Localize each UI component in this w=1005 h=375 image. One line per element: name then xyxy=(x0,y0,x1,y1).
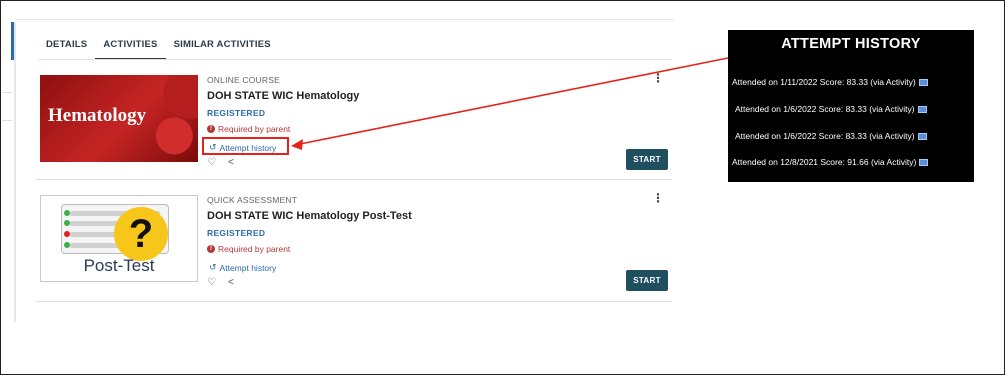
image-icon xyxy=(917,132,927,140)
image-icon xyxy=(918,78,928,86)
attempt-row: Attended on 12/8/2021 Score: 91.66 (via … xyxy=(732,157,929,167)
attempt-row: Attended on 1/11/2022 Score: 83.33 (via … xyxy=(732,77,928,87)
attempt-row: Attended on 1/6/2022 Score: 83.33 (via A… xyxy=(735,131,927,141)
panel-title: ATTEMPT HISTORY xyxy=(781,36,921,52)
attempt-row: Attended on 1/6/2022 Score: 83.33 (via A… xyxy=(735,104,927,114)
image-icon xyxy=(917,105,927,113)
attempt-history-panel: ATTEMPT HISTORY Attended on 1/11/2022 Sc… xyxy=(728,30,974,182)
image-icon xyxy=(919,158,929,166)
